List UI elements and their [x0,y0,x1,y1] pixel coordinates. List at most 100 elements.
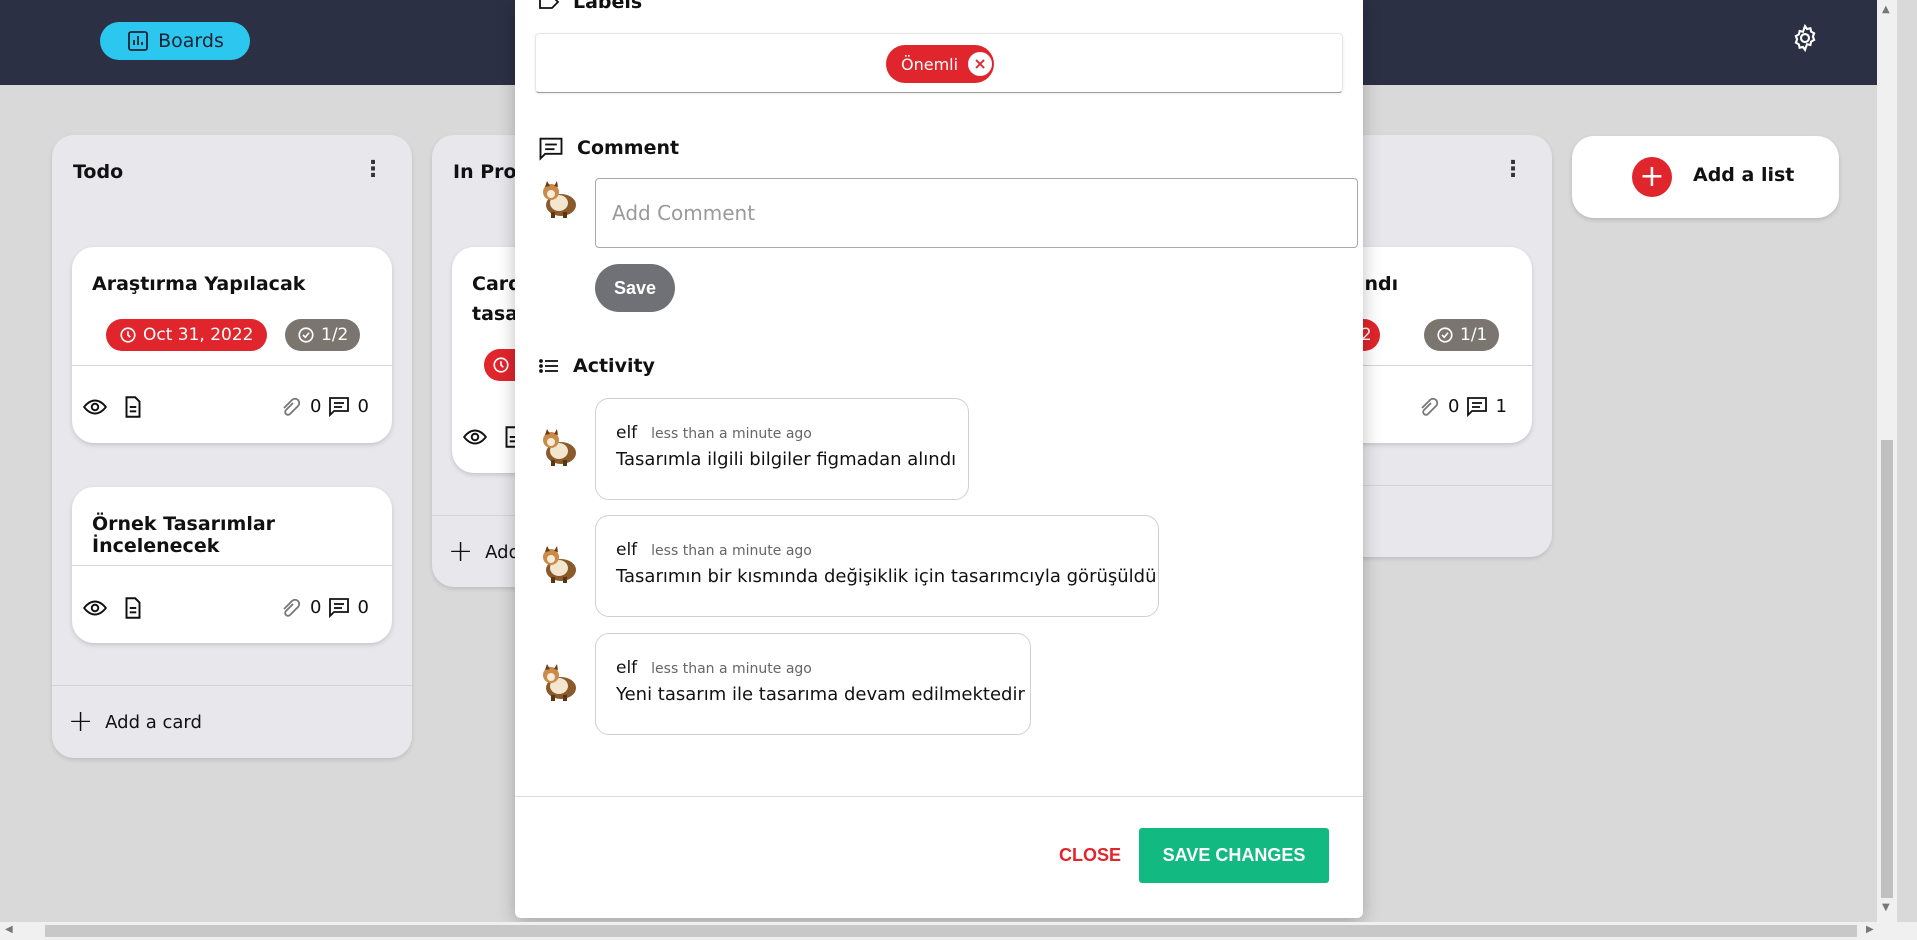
add-list-label: Add a list [1693,164,1795,186]
comment-heading-text: Comment [577,137,680,159]
comment-count: 0 [357,395,369,417]
card-detail-modal: Labels Önemli × Comment Save Activity [515,0,1363,918]
card-counts: 0 0 [280,394,369,418]
check-circle-icon [1437,327,1453,343]
comment-count: 1 [1495,395,1507,417]
card[interactable]: Araştırma Yapılacak Oct 31, 2022 1/2 0 0 [72,247,392,443]
save-changes-button[interactable]: SAVE CHANGES [1139,828,1329,883]
activity-time: less than a minute ago [651,661,812,677]
list-divider [1330,485,1552,486]
list-third: ⋮ ındı 22 1/1 0 1 [1330,135,1552,557]
card-action-icons [82,394,146,420]
bar-chart-icon [128,31,149,51]
clock-icon [120,327,136,343]
document-icon[interactable] [120,595,146,621]
eye-icon[interactable] [462,424,488,450]
label-chip[interactable]: Önemli × [886,45,994,83]
more-vertical-icon[interactable]: ⋮ [1502,159,1524,181]
tag-icon [539,0,560,9]
attachment-count: 0 [310,395,322,417]
activity-user: elf [616,540,638,560]
gear-icon[interactable] [1790,23,1820,53]
label-chip-text: Önemli [901,54,959,74]
eye-icon[interactable] [82,394,108,420]
checklist-count: 1/1 [1460,325,1488,345]
due-date-text: Oct 31, 2022 [143,325,254,345]
activity-item: elf less than a minute ago Tasarımla ilg… [595,398,969,500]
comment-icon [539,137,563,161]
document-icon[interactable] [120,394,146,420]
attachment-count: 0 [1448,395,1460,417]
checklist-count: 1/2 [321,325,349,345]
avatar [543,546,576,583]
card-counts: 0 0 [280,595,369,619]
list-icon [539,359,558,373]
add-card-button[interactable]: + Add a card [68,707,202,737]
activity-heading-text: Activity [573,355,655,377]
card-divider [72,365,392,366]
comment-icon [1467,397,1488,418]
check-circle-icon [298,327,314,343]
activity-item: elf less than a minute ago Yeni tasarım … [595,633,1031,735]
scrollbar-thumb[interactable] [1881,440,1893,898]
list-todo: Todo ⋮ Araştırma Yapılacak Oct 31, 2022 … [52,135,412,758]
add-card-button[interactable]: + Add [448,537,520,567]
scroll-down-icon[interactable]: ▼ [1882,902,1890,913]
labels-heading-text: Labels [573,0,643,13]
activity-heading: Activity [537,354,655,378]
comment-count: 0 [357,596,369,618]
card-action-icons [82,595,146,621]
plus-icon: + [448,534,474,569]
modal-footer-divider [515,796,1363,797]
comment-input[interactable] [595,178,1358,248]
more-vertical-icon[interactable]: ⋮ [362,159,384,181]
avatar [543,664,576,701]
close-circle-icon[interactable]: × [968,52,993,76]
vertical-scrollbar[interactable]: ▲ ▼ [1877,0,1897,922]
activity-user: elf [616,423,638,443]
close-button[interactable]: CLOSE [1050,833,1130,877]
card-title: ındı [1358,273,1399,295]
paperclip-icon [1421,397,1439,416]
scroll-right-icon[interactable]: ▶ [1866,924,1874,935]
scroll-up-icon[interactable]: ▲ [1882,4,1890,15]
paperclip-icon [283,598,301,617]
add-card-label: Add a card [105,711,202,733]
avatar [543,181,576,218]
avatar [543,429,576,466]
list-divider [52,685,412,686]
checklist-badge[interactable]: 1/2 [285,319,361,351]
card-title: Araştırma Yapılacak [92,273,306,295]
plus-icon: + [1632,157,1672,197]
boards-label: Boards [158,30,224,52]
eye-icon[interactable] [82,595,108,621]
activity-user: elf [616,658,638,678]
paperclip-icon [283,397,301,416]
add-list-button[interactable]: + Add a list [1572,136,1839,218]
labels-box: Önemli × [535,33,1343,93]
plus-icon: + [68,704,94,739]
card-divider [72,565,392,566]
comment-heading: Comment [537,134,679,162]
attachment-count: 0 [310,596,322,618]
activity-item: elf less than a minute ago Tasarımın bir… [595,515,1159,617]
activity-time: less than a minute ago [651,543,812,559]
save-comment-button[interactable]: Save [595,264,675,312]
scroll-left-icon[interactable]: ◀ [5,924,13,935]
checklist-badge[interactable]: 1/1 [1424,319,1500,351]
activity-text: Yeni tasarım ile tasarıma devam edilmekt… [616,684,1025,705]
labels-heading: Labels [537,0,642,14]
card-title: Örnek Tasarımlar İncelenecek [92,513,276,557]
scrollbar-thumb[interactable] [45,925,1857,937]
clock-icon [493,357,509,373]
due-date-badge[interactable]: Oct 31, 2022 [106,319,267,351]
horizontal-scrollbar[interactable]: ◀ ▶ [0,922,1917,940]
comment-icon [329,397,350,418]
list-title: Todo [73,161,124,183]
boards-button[interactable]: Boards [100,22,250,60]
activity-time: less than a minute ago [651,426,812,442]
activity-text: Tasarımın bir kısmında değişiklik için t… [616,566,1157,587]
activity-text: Tasarımla ilgili bilgiler figmadan alınd… [616,449,957,470]
comment-icon [329,598,350,619]
card[interactable]: Örnek Tasarımlar İncelenecek 0 0 [72,487,392,643]
